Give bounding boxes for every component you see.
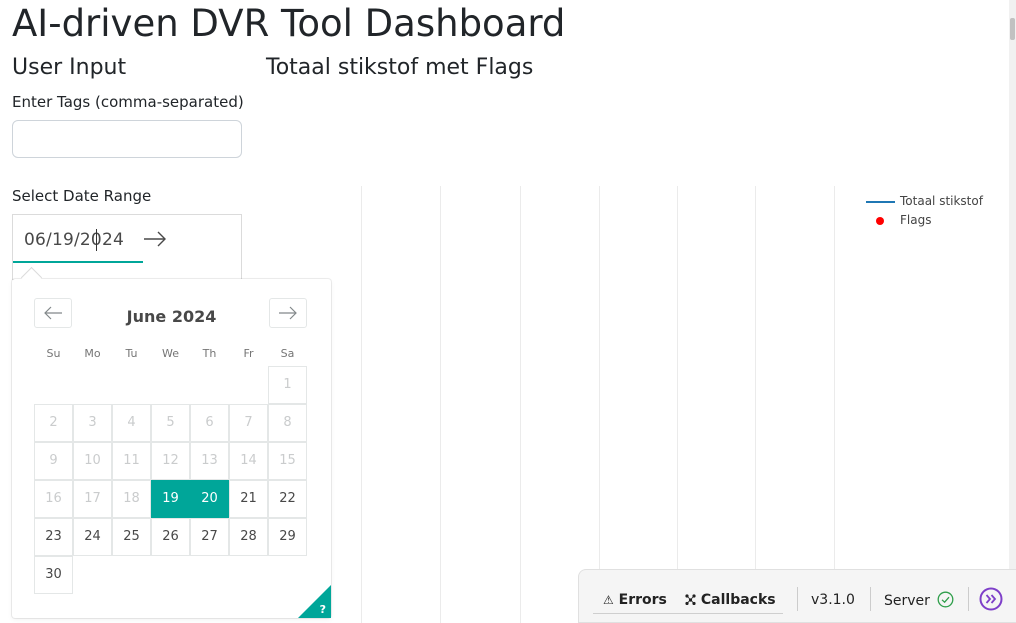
calendar-day: 12 xyxy=(151,442,190,480)
tags-input[interactable] xyxy=(12,120,242,158)
version-label: v3.1.0 xyxy=(811,592,855,608)
calendar-day[interactable]: 23 xyxy=(34,518,73,556)
weekday-label: Mo xyxy=(84,347,101,360)
calendar-day: 18 xyxy=(112,480,151,518)
chart-gridline xyxy=(755,186,756,623)
chart-legend: Totaal stikstof Flags xyxy=(862,192,1002,232)
divider xyxy=(870,587,871,611)
chart-gridline xyxy=(361,186,362,623)
calendar-day[interactable]: 28 xyxy=(229,518,268,556)
calendar-day: 8 xyxy=(268,404,307,442)
calendar-day: 6 xyxy=(190,404,229,442)
chart-gridline xyxy=(599,186,600,623)
calendar-day[interactable]: 20 xyxy=(190,480,229,518)
start-date-input[interactable]: 06/19/2024 xyxy=(13,215,143,263)
legend-item-totaal-stikstof[interactable]: Totaal stikstof xyxy=(900,194,983,208)
arrow-right-icon xyxy=(279,306,297,320)
weekday-label: Su xyxy=(46,347,61,360)
divider xyxy=(797,587,798,611)
callbacks-label: Callbacks xyxy=(700,592,776,608)
calendar-day: 9 xyxy=(34,442,73,480)
calendar-day: 11 xyxy=(112,442,151,480)
weekday-label: We xyxy=(162,347,179,360)
weekday-label: Fr xyxy=(243,347,254,360)
calendar-day[interactable]: 25 xyxy=(112,518,151,556)
page-title: AI-driven DVR Tool Dashboard xyxy=(12,2,566,45)
dev-tools-bar: ⚠ Errors Callbacks v3.1.0 Server xyxy=(578,569,1016,623)
question-mark-icon[interactable]: ? xyxy=(320,603,326,616)
weekday-label: Sa xyxy=(280,347,295,360)
warning-icon: ⚠ xyxy=(603,593,614,607)
errors-button[interactable]: ⚠ Errors xyxy=(603,591,667,609)
weekday-label: Tu xyxy=(125,347,138,360)
scrollbar-thumb[interactable] xyxy=(1010,18,1015,40)
calendar-day: 3 xyxy=(73,404,112,442)
chart-title: Totaal stikstof met Flags xyxy=(266,55,534,80)
callbacks-graph-icon xyxy=(685,594,696,606)
calendar-day: 4 xyxy=(112,404,151,442)
calendar-day: 16 xyxy=(34,480,73,518)
start-date-value: 06/19/2024 xyxy=(24,230,124,250)
expand-devtools-button[interactable] xyxy=(979,587,1003,611)
next-month-button[interactable] xyxy=(269,298,307,328)
legend-line-marker xyxy=(866,201,895,203)
callbacks-button[interactable]: Callbacks xyxy=(685,591,776,609)
errors-label: Errors xyxy=(618,592,667,608)
calendar-day[interactable]: 26 xyxy=(151,518,190,556)
calendar-day[interactable]: 21 xyxy=(229,480,268,518)
tab-underline xyxy=(593,613,783,614)
calendar-day: 15 xyxy=(268,442,307,480)
calendar-day[interactable]: 24 xyxy=(73,518,112,556)
calendar-popup: June 2024 Su Mo Tu We Th Fr Sa 1 2 3 4 5 6 7 8 9 10 11 12… xyxy=(12,279,331,618)
arrow-right-icon xyxy=(144,231,166,247)
weekday-label: Th xyxy=(202,347,217,360)
calendar-day[interactable]: 30 xyxy=(34,556,73,594)
calendar-day: 7 xyxy=(229,404,268,442)
calendar-day[interactable]: 27 xyxy=(190,518,229,556)
date-range-label: Select Date Range xyxy=(12,187,152,205)
text-caret xyxy=(96,229,97,251)
end-date-input[interactable] xyxy=(173,215,241,263)
vertical-scrollbar[interactable] xyxy=(1009,0,1016,623)
calendar-day: 5 xyxy=(151,404,190,442)
calendar-day: 10 xyxy=(73,442,112,480)
chart-gridline xyxy=(677,186,678,623)
chart-gridline xyxy=(520,186,521,623)
chart-gridline xyxy=(834,186,835,623)
calendar-day: 17 xyxy=(73,480,112,518)
legend-dot-marker xyxy=(876,217,884,225)
legend-item-flags[interactable]: Flags xyxy=(900,213,931,227)
check-circle-icon xyxy=(937,591,954,608)
calendar-day: 1 xyxy=(268,366,307,404)
chart-gridline xyxy=(440,186,441,623)
date-range-picker[interactable]: 06/19/2024 xyxy=(12,214,242,280)
server-status[interactable]: Server xyxy=(884,591,954,610)
calendar-day[interactable]: 29 xyxy=(268,518,307,556)
calendar-day[interactable]: 19 xyxy=(151,480,190,518)
tags-label: Enter Tags (comma-separated) xyxy=(12,93,244,111)
server-label: Server xyxy=(884,593,930,609)
calendar-day: 13 xyxy=(190,442,229,480)
user-input-heading: User Input xyxy=(12,55,127,80)
calendar-day: 14 xyxy=(229,442,268,480)
keyboard-shortcuts-button[interactable] xyxy=(298,585,331,618)
calendar-day: 2 xyxy=(34,404,73,442)
divider xyxy=(968,587,969,611)
calendar-day[interactable]: 22 xyxy=(268,480,307,518)
